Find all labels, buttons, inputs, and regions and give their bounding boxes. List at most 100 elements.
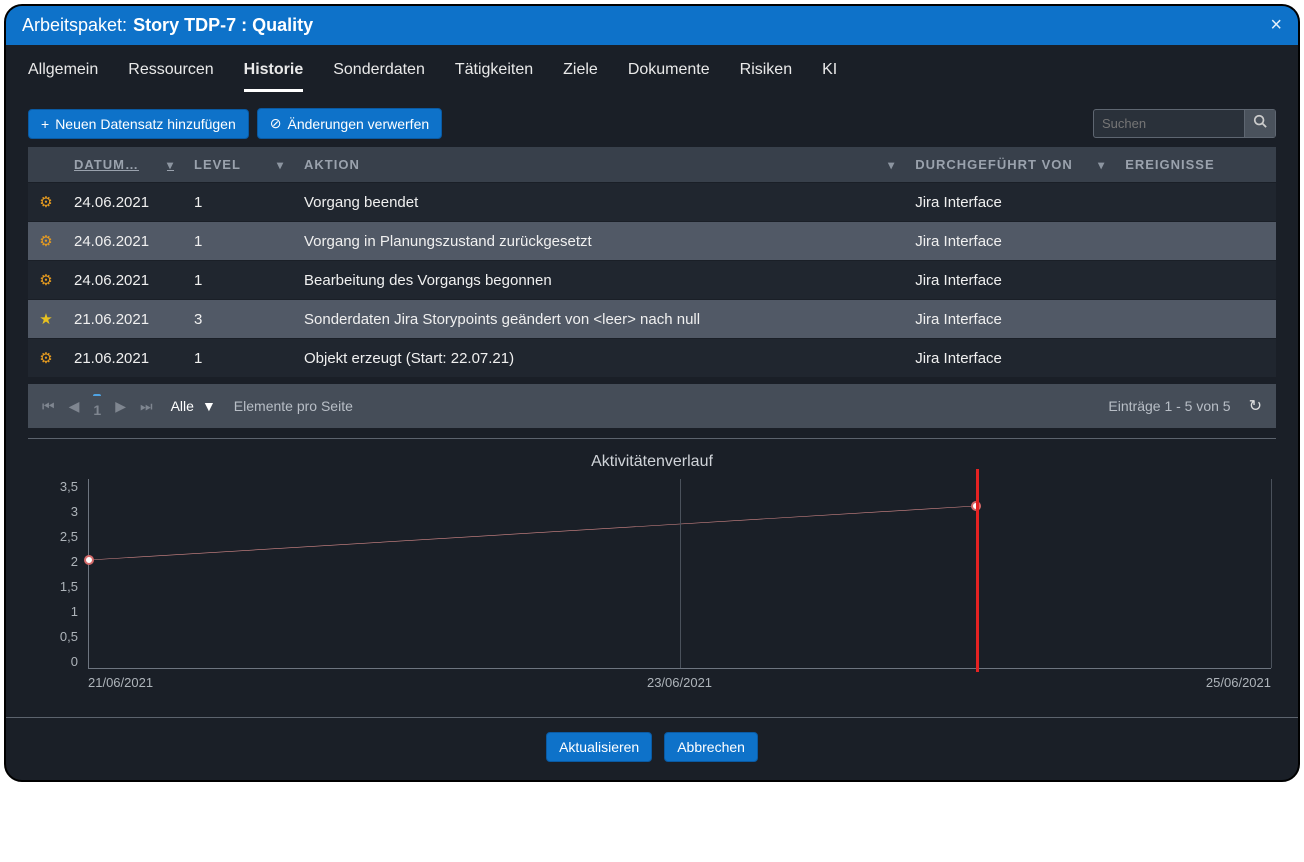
cell-aktion: Vorgang beendet [294,183,905,222]
cell-by: Jira Interface [905,222,1115,261]
pager: ⏮ ◀ 1 ▶ ⏭ Alle ▼ Elemente pro Seite Eint… [28,384,1276,428]
cancel-button[interactable]: Abbrechen [664,732,758,762]
gear-icon[interactable]: ⚙ [39,272,52,289]
cell-level: 1 [184,222,294,261]
cell-by: Jira Interface [905,300,1115,339]
page-size-select[interactable]: Alle ▼ [171,398,216,414]
gear-icon[interactable]: ⚙ [39,233,52,250]
tab-sonderdaten[interactable]: Sonderdaten [333,61,425,92]
tab-tätigkeiten[interactable]: Tätigkeiten [455,61,533,92]
prev-page-icon[interactable]: ◀ [69,398,80,415]
table-row[interactable]: ★21.06.20213Sonderdaten Jira Storypoints… [28,300,1276,339]
cell-aktion: Vorgang in Planungszustand zurückgesetzt [294,222,905,261]
cell-datum: 24.06.2021 [64,261,184,300]
discard-changes-label: Änderungen verwerfen [288,116,430,132]
cell-aktion: Bearbeitung des Vorgangs begonnen [294,261,905,300]
update-button[interactable]: Aktualisieren [546,732,652,762]
title-prefix: Arbeitspaket: [22,15,127,36]
y-tick: 2 [71,554,78,569]
activity-chart: Aktivitätenverlauf 3,532,521,510,50 21/0… [6,453,1298,705]
tab-risiken[interactable]: Risiken [740,61,792,92]
table-row[interactable]: ⚙ 24.06.20211Bearbeitung des Vorgangs beg… [28,261,1276,300]
y-tick: 3 [71,504,78,519]
y-tick: 1,5 [60,579,78,594]
tab-ressourcen[interactable]: Ressourcen [128,61,213,92]
cell-aktion: Objekt erzeugt (Start: 22.07.21) [294,339,905,378]
filter-icon[interactable]: ▾ [277,158,284,172]
table-row[interactable]: ⚙ 24.06.20211Vorgang beendetJira Interfac… [28,183,1276,222]
y-tick: 0,5 [60,629,78,644]
add-record-button[interactable]: + Neuen Datensatz hinzufügen [28,109,249,139]
chart-canvas: 3,532,521,510,50 21/06/202123/06/202125/… [28,479,1276,699]
tab-dokumente[interactable]: Dokumente [628,61,710,92]
tab-ziele[interactable]: Ziele [563,61,598,92]
y-tick: 0 [71,654,78,669]
col-aktion[interactable]: AKTION▾ [294,147,905,183]
cell-by: Jira Interface [905,339,1115,378]
per-page-label: Elemente pro Seite [234,398,353,414]
search-icon[interactable] [1244,110,1275,137]
first-page-icon[interactable]: ⏮ [42,398,55,415]
cell-by: Jira Interface [905,261,1115,300]
x-axis: 21/06/202123/06/202125/06/2021 [88,675,1271,699]
y-axis: 3,532,521,510,50 [28,479,78,669]
cell-events [1115,183,1276,222]
filter-icon[interactable]: ▾ [1098,158,1105,172]
filter-icon[interactable]: ▾ [167,158,174,172]
cell-level: 3 [184,300,294,339]
cell-events [1115,261,1276,300]
grid-line [1271,479,1272,668]
current-page[interactable]: 1 [93,394,101,418]
table-row[interactable]: ⚙ 24.06.20211Vorgang in Planungszustand z… [28,222,1276,261]
page-size-value: Alle [171,398,194,414]
chevron-down-icon: ▼ [202,398,216,414]
gear-icon[interactable]: ⚙ [39,194,52,211]
filter-icon[interactable]: ▾ [888,158,895,172]
cell-by: Jira Interface [905,183,1115,222]
col-by[interactable]: DURCHGEFÜHRT VON▾ [905,147,1115,183]
refresh-icon[interactable]: ↻ [1249,396,1262,416]
last-page-icon[interactable]: ⏭ [140,398,153,415]
col-events[interactable]: EREIGNISSE [1115,147,1276,183]
cell-level: 1 [184,183,294,222]
tab-bar: Allgemein Ressourcen Historie Sonderdaten Tä… [6,45,1298,92]
dialog-footer: Aktualisieren Abbrechen [6,717,1298,780]
history-table: DATUM…▾ LEVEL▾ AKTION▾ DURCHGEFÜHRT VON▾… [28,147,1276,378]
next-page-icon[interactable]: ▶ [115,398,126,415]
x-tick: 21/06/2021 [88,675,153,690]
search-input[interactable] [1094,111,1244,136]
y-tick: 3,5 [60,479,78,494]
tab-allgemein[interactable]: Allgemein [28,61,98,92]
cell-events [1115,300,1276,339]
col-level[interactable]: LEVEL▾ [184,147,294,183]
cell-datum: 24.06.2021 [64,183,184,222]
cell-level: 1 [184,261,294,300]
plot-area [88,479,1271,669]
table-row[interactable]: ⚙ 21.06.20211Objekt erzeugt (Start: 22.07… [28,339,1276,378]
today-marker [976,469,979,672]
cell-events [1115,222,1276,261]
cancel-circle-icon: ⊘ [270,115,282,132]
add-record-label: Neuen Datensatz hinzufügen [55,116,236,132]
cell-datum: 24.06.2021 [64,222,184,261]
title-text: Story TDP-7 : Quality [133,15,313,36]
cell-datum: 21.06.2021 [64,339,184,378]
search-box [1093,109,1276,138]
toolbar: + Neuen Datensatz hinzufügen ⊘ Änderunge… [6,92,1298,147]
col-rowactions [28,147,64,183]
cell-level: 1 [184,339,294,378]
discard-changes-button[interactable]: ⊘ Änderungen verwerfen [257,108,442,139]
plus-icon: + [41,116,49,132]
gear-icon[interactable]: ⚙ [39,350,52,367]
close-icon[interactable]: × [1270,14,1282,37]
pager-nav: ⏮ ◀ 1 ▶ ⏭ [42,394,153,418]
tab-historie[interactable]: Historie [244,61,304,92]
tab-ki[interactable]: KI [822,61,837,92]
star-icon[interactable]: ★ [39,311,52,328]
col-datum[interactable]: DATUM…▾ [64,147,184,183]
y-tick: 2,5 [60,529,78,544]
divider [28,438,1276,439]
cell-datum: 21.06.2021 [64,300,184,339]
grid-line [680,479,681,668]
pager-summary: Einträge 1 - 5 von 5 [1108,398,1230,414]
